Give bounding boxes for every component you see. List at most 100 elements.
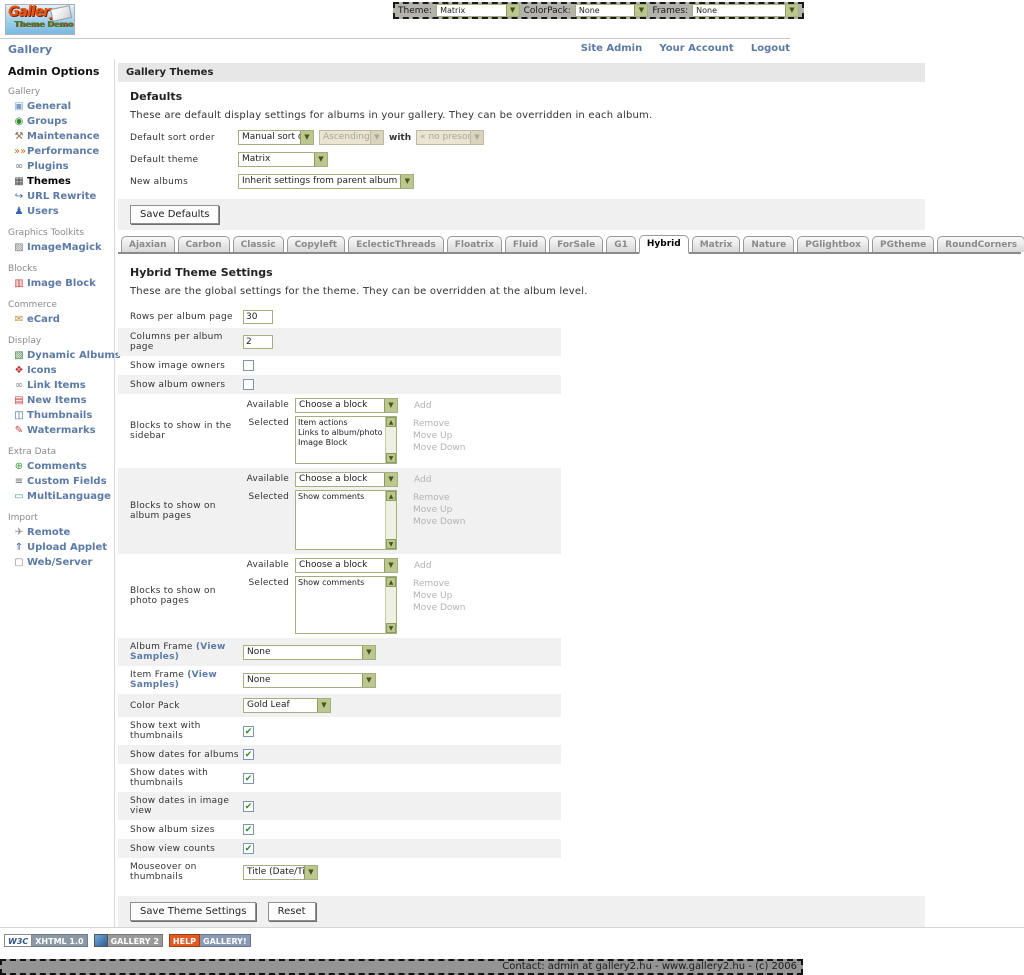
sort-order-select[interactable]: Manual sort order ▼ xyxy=(238,130,314,145)
add-link[interactable]: Add xyxy=(414,558,431,571)
setting-text-input[interactable] xyxy=(243,335,273,349)
checkbox-checked[interactable]: ✔ xyxy=(243,749,254,760)
sidebar-item-link-items[interactable]: ∞Link Items xyxy=(8,378,114,393)
tab-matrix[interactable]: Matrix xyxy=(692,236,741,252)
block-action-link[interactable]: Move Down xyxy=(413,516,466,528)
tab-forsale[interactable]: ForSale xyxy=(549,236,603,252)
tab-floatrix[interactable]: Floatrix xyxy=(447,236,502,252)
sidebar-item-watermarks[interactable]: ✎Watermarks xyxy=(8,423,114,438)
default-theme-select[interactable]: Matrix ▼ xyxy=(238,152,328,167)
choose-block-select[interactable]: Choose a block▼ xyxy=(295,558,398,573)
sidebar-item-image-block[interactable]: ▥Image Block xyxy=(8,276,114,291)
listbox-scrollbar[interactable]: ▲▼ xyxy=(385,491,396,549)
checkbox-unchecked[interactable] xyxy=(243,379,254,390)
listbox-item[interactable]: Show comments xyxy=(298,492,383,502)
w3c-xhtml-badge[interactable]: W3C XHTML 1.0 xyxy=(4,934,88,947)
sidebar-item-multilanguage[interactable]: ▭MultiLanguage xyxy=(8,489,114,504)
block-action-link[interactable]: Remove xyxy=(413,578,466,590)
tab-pgtheme[interactable]: PGtheme xyxy=(872,236,934,252)
sidebar-item-dynamic-albums[interactable]: ▧Dynamic Albums xyxy=(8,348,114,363)
block-action-link[interactable]: Move Down xyxy=(413,602,466,614)
setting-select[interactable]: Gold Leaf▼ xyxy=(243,698,331,713)
new-albums-select[interactable]: Inherit settings from parent album ▼ xyxy=(238,174,414,189)
sidebar-item-custom-fields[interactable]: ≡Custom Fields xyxy=(8,474,114,489)
selected-blocks-listbox[interactable]: Show comments▲▼ xyxy=(295,576,397,634)
sidebar-item-general[interactable]: ▣General xyxy=(8,99,114,114)
tab-pglightbox[interactable]: PGlightbox xyxy=(797,236,869,252)
listbox-item[interactable]: Image Block xyxy=(298,438,383,448)
sidebar-item-thumbnails[interactable]: ◫Thumbnails xyxy=(8,408,114,423)
tab-fluid[interactable]: Fluid xyxy=(505,236,546,252)
your-account-link[interactable]: Your Account xyxy=(659,43,733,54)
checkbox-checked[interactable]: ✔ xyxy=(243,801,254,812)
colorpack-select[interactable]: None ▼ xyxy=(575,4,649,17)
choose-block-select[interactable]: Choose a block▼ xyxy=(295,398,398,413)
setting-select[interactable]: Title (Date/Time)▼ xyxy=(243,865,318,880)
tab-hybrid[interactable]: Hybrid xyxy=(639,235,689,254)
save-theme-settings-button[interactable]: Save Theme Settings xyxy=(130,902,256,921)
tab-nature[interactable]: Nature xyxy=(743,236,794,252)
help-gallery-badge[interactable]: HELP GALLERY! xyxy=(169,934,251,947)
gallery2-badge[interactable]: GALLERY 2 xyxy=(94,934,163,947)
sidebar-item-upload-applet[interactable]: ⇑Upload Applet xyxy=(8,540,114,555)
sidebar-item-plugins[interactable]: ∞Plugins xyxy=(8,159,114,174)
scroll-down-icon[interactable]: ▼ xyxy=(386,623,396,633)
block-action-link[interactable]: Remove xyxy=(413,492,466,504)
sidebar-item-new-items[interactable]: ▤New Items xyxy=(8,393,114,408)
frames-select[interactable]: None ▼ xyxy=(692,4,799,17)
listbox-item[interactable]: Item actions xyxy=(298,418,383,428)
listbox-scrollbar[interactable]: ▲▼ xyxy=(385,577,396,633)
add-link[interactable]: Add xyxy=(414,398,431,411)
checkbox-checked[interactable]: ✔ xyxy=(243,824,254,835)
site-admin-link[interactable]: Site Admin xyxy=(581,43,643,54)
add-link[interactable]: Add xyxy=(414,472,431,485)
selected-blocks-listbox[interactable]: Show comments▲▼ xyxy=(295,490,397,550)
sidebar-item-imagemagick[interactable]: ▨ImageMagick xyxy=(8,240,114,255)
breadcrumb[interactable]: Gallery xyxy=(8,43,52,56)
block-action-link[interactable]: Move Down xyxy=(413,442,466,454)
tab-roundcorners[interactable]: RoundCorners xyxy=(937,236,1024,252)
tab-copyleft[interactable]: Copyleft xyxy=(287,236,346,252)
block-action-link[interactable]: Remove xyxy=(413,418,466,430)
reset-button[interactable]: Reset xyxy=(268,902,316,921)
selected-blocks-listbox[interactable]: Item actionsLinks to album/photo peersIm… xyxy=(295,416,397,464)
theme-select[interactable]: Matrix ▼ xyxy=(436,4,520,17)
checkbox-unchecked[interactable] xyxy=(243,360,254,371)
sidebar-item-web-server[interactable]: ▢Web/Server xyxy=(8,555,114,570)
scroll-down-icon[interactable]: ▼ xyxy=(386,539,396,549)
sidebar-item-groups[interactable]: ◉Groups xyxy=(8,114,114,129)
scroll-up-icon[interactable]: ▲ xyxy=(386,577,396,587)
tab-classic[interactable]: Classic xyxy=(233,236,284,252)
setting-text-input[interactable] xyxy=(243,310,273,324)
listbox-item[interactable]: Links to album/photo peers xyxy=(298,428,383,438)
choose-block-select[interactable]: Choose a block▼ xyxy=(295,472,398,487)
listbox-item[interactable]: Show comments xyxy=(298,578,383,588)
setting-select[interactable]: None▼ xyxy=(243,673,376,688)
sidebar-item-users[interactable]: ♟Users xyxy=(8,204,114,219)
save-defaults-button[interactable]: Save Defaults xyxy=(130,205,219,224)
setting-select[interactable]: None▼ xyxy=(243,645,376,660)
logout-link[interactable]: Logout xyxy=(751,43,790,54)
tab-carbon[interactable]: Carbon xyxy=(178,236,230,252)
block-action-link[interactable]: Move Up xyxy=(413,504,466,516)
tab-g1[interactable]: G1 xyxy=(606,236,636,252)
sidebar-item-performance[interactable]: »»Performance xyxy=(8,144,114,159)
tab-ajaxian[interactable]: Ajaxian xyxy=(121,236,175,252)
checkbox-checked[interactable]: ✔ xyxy=(243,773,254,784)
sidebar-item-maintenance[interactable]: ⚒Maintenance xyxy=(8,129,114,144)
checkbox-checked[interactable]: ✔ xyxy=(243,843,254,854)
block-action-link[interactable]: Move Up xyxy=(413,430,466,442)
tab-eclecticthreads[interactable]: EclecticThreads xyxy=(348,236,444,252)
sidebar-item-url-rewrite[interactable]: ↪URL Rewrite xyxy=(8,189,114,204)
gallery-logo[interactable]: Gallery Theme Demo xyxy=(5,4,75,35)
sidebar-item-icons[interactable]: ❖Icons xyxy=(8,363,114,378)
scroll-up-icon[interactable]: ▲ xyxy=(386,491,396,501)
sidebar-item-remote[interactable]: ✈Remote xyxy=(8,525,114,540)
scroll-up-icon[interactable]: ▲ xyxy=(386,417,396,427)
block-action-link[interactable]: Move Up xyxy=(413,590,466,602)
scroll-down-icon[interactable]: ▼ xyxy=(386,453,396,463)
sidebar-item-ecard[interactable]: ✉eCard xyxy=(8,312,114,327)
checkbox-checked[interactable]: ✔ xyxy=(243,726,254,737)
sidebar-item-comments[interactable]: ⊕Comments xyxy=(8,459,114,474)
listbox-scrollbar[interactable]: ▲▼ xyxy=(385,417,396,463)
